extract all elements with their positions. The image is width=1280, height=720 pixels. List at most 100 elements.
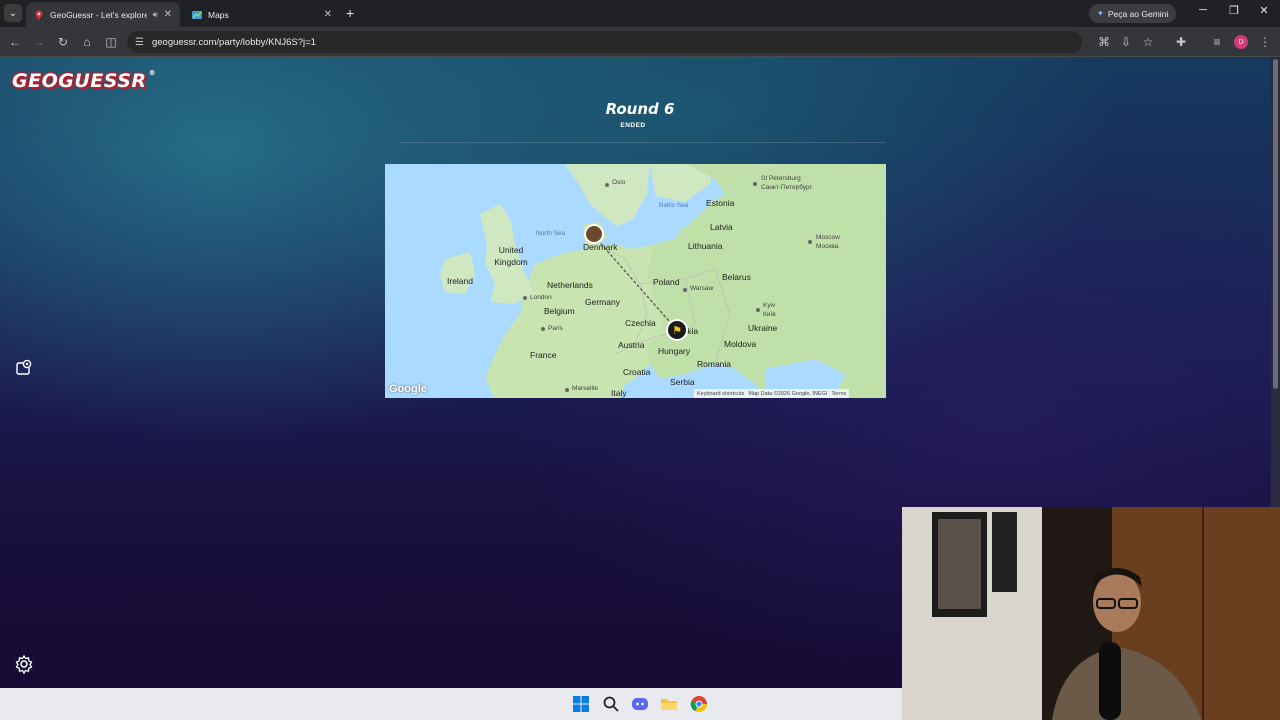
- map-label-netherlands: Netherlands: [547, 280, 593, 290]
- address-bar[interactable]: ☰ geoguessr.com/party/lobby/KNJ6S?j=1: [127, 31, 1082, 53]
- map-label-denmark: Denmark: [583, 242, 618, 252]
- gear-icon[interactable]: [14, 654, 34, 674]
- city-dot: [541, 327, 545, 331]
- map-label-hungary: Hungary: [658, 346, 691, 356]
- install-app-icon[interactable]: ⇩: [1118, 34, 1134, 50]
- map-label-st-petersburg-ru: Санкт-Петербург: [761, 184, 812, 191]
- reload-icon[interactable]: ↻: [55, 34, 71, 50]
- home-icon[interactable]: ⌂: [79, 34, 95, 50]
- chrome-icon[interactable]: [690, 695, 708, 713]
- side-panel-icon[interactable]: ◫: [103, 34, 119, 50]
- round-title: Round 6: [605, 100, 675, 118]
- map-label-st-petersburg: St Petersburg: [761, 175, 801, 182]
- map-label-kyiv: Kyiv: [763, 302, 776, 309]
- city-dot: [523, 296, 527, 300]
- windows-taskbar: [0, 688, 902, 720]
- map-label-serbia: Serbia: [670, 377, 695, 387]
- map-label-poland: Poland: [653, 277, 680, 287]
- map-label-latvia: Latvia: [710, 222, 733, 232]
- gemini-sparkle-icon: ✦: [1096, 8, 1104, 18]
- close-window-icon[interactable]: ✕: [1254, 4, 1274, 17]
- round-status: ENDED: [620, 122, 646, 129]
- map-label-moldova: Moldova: [724, 339, 757, 349]
- speaker-icon[interactable]: 🔊︎: [153, 10, 158, 20]
- map-label-ukraine: Ukraine: [748, 323, 778, 333]
- map-label-czechia: Czechia: [625, 318, 656, 328]
- map-label-moscow-ru: Москва: [816, 243, 839, 250]
- file-explorer-icon[interactable]: [660, 695, 678, 713]
- map-label-north-sea: North Sea: [536, 230, 566, 237]
- map-label-moscow: Moscow: [816, 234, 840, 241]
- discord-icon[interactable]: [631, 695, 649, 713]
- maps-favicon-icon: [192, 10, 202, 19]
- bookmark-star-icon[interactable]: ☆: [1140, 34, 1156, 50]
- registered-mark: ®: [148, 69, 157, 77]
- map-label-kyiv-ua: Київ: [763, 311, 776, 318]
- map-label-italy: Italy: [611, 388, 627, 398]
- restore-icon[interactable]: ❐: [1224, 4, 1244, 17]
- map-label-oslo: Oslo: [612, 179, 626, 186]
- city-dot: [756, 308, 760, 312]
- map-label-paris: Paris: [548, 325, 563, 332]
- geoguessr-favicon-icon: [35, 10, 43, 20]
- scrollbar-thumb[interactable]: [1273, 59, 1278, 389]
- map-label-belgium: Belgium: [544, 306, 575, 316]
- map-attribution: Keyboard shortcuts Map Data ©2026 Google…: [694, 389, 850, 398]
- tab-search-button[interactable]: ⌄: [4, 4, 22, 22]
- tab-geoguessr[interactable]: GeoGuessr - Let's explore th 🔊︎ ✕: [26, 2, 180, 27]
- result-map[interactable]: Oslo St Petersburg Санкт-Петербург Balti…: [385, 164, 886, 398]
- url-text: geoguessr.com/party/lobby/KNJ6S?j=1: [151, 36, 316, 48]
- map-label-baltic-sea: Baltic Sea: [659, 202, 689, 209]
- map-label-belarus: Belarus: [722, 272, 751, 282]
- city-dot: [808, 240, 812, 244]
- terms-link[interactable]: Terms: [831, 391, 846, 397]
- geoguessr-logo[interactable]: GEOGUESSR ®: [12, 69, 157, 92]
- search-icon[interactable]: [602, 695, 620, 713]
- player-guess-marker[interactable]: [584, 224, 604, 244]
- map-label-france: France: [530, 350, 557, 360]
- windows-start-icon[interactable]: [572, 695, 590, 713]
- logo-text: GEOGUESSR: [12, 70, 147, 92]
- map-label-ireland: Ireland: [447, 276, 473, 286]
- correct-location-flag-icon[interactable]: ⚑: [666, 319, 688, 341]
- google-logo: Google: [389, 383, 427, 395]
- webcam-video-feed: [902, 507, 1280, 720]
- map-label-germany: Germany: [585, 297, 620, 307]
- translate-icon[interactable]: ⌘: [1096, 34, 1112, 50]
- map-label-marseille: Marseille: [572, 385, 599, 392]
- city-dot: [565, 388, 569, 392]
- site-info-icon[interactable]: ☰: [135, 37, 144, 48]
- forward-icon[interactable]: →: [31, 34, 47, 50]
- browser-toolbar: ← → ↻ ⌂ ◫ ☰ geoguessr.com/party/lobby/KN…: [0, 27, 1280, 57]
- back-icon[interactable]: ←: [7, 34, 23, 50]
- extensions-icon[interactable]: ✚: [1173, 34, 1189, 50]
- minimize-icon[interactable]: ─: [1193, 4, 1213, 16]
- map-data-text: Map Data ©2026 Google, INEGI: [748, 390, 828, 397]
- tab-title: Maps: [208, 9, 229, 20]
- map-pin-icon[interactable]: [15, 359, 33, 377]
- city-dot: [683, 288, 687, 292]
- profile-avatar[interactable]: D: [1234, 35, 1248, 49]
- webcam-scene: [902, 507, 1280, 720]
- new-tab-icon[interactable]: +: [346, 5, 354, 21]
- gemini-button-label: Peça ao Gemini: [1107, 8, 1169, 19]
- browser-tab-strip: ⌄ GeoGuessr - Let's explore th 🔊︎ ✕ Maps…: [0, 0, 1280, 27]
- ask-gemini-button[interactable]: ✦ Peça ao Gemini: [1089, 4, 1176, 23]
- map-label-united-kingdom: United Kingdom: [494, 245, 528, 267]
- close-tab-icon[interactable]: ✕: [164, 9, 172, 20]
- map-label-lithuania: Lithuania: [688, 241, 723, 251]
- map-label-london: London: [530, 294, 552, 301]
- media-control-icon[interactable]: ≡: [1209, 34, 1225, 50]
- menu-kebab-icon[interactable]: ⋮: [1257, 34, 1273, 50]
- tab-title: GeoGuessr - Let's explore th: [50, 9, 147, 20]
- map-label-romania: Romania: [697, 359, 732, 369]
- tab-maps[interactable]: Maps ✕: [184, 2, 340, 27]
- close-tab-icon[interactable]: ✕: [324, 9, 332, 20]
- map-label-croatia: Croatia: [623, 367, 651, 377]
- map-label-austria: Austria: [618, 340, 645, 350]
- map-label-estonia: Estonia: [706, 198, 735, 208]
- keyboard-shortcuts-link[interactable]: Keyboard shortcuts: [697, 391, 744, 397]
- city-dot: [605, 183, 609, 187]
- map-label-warsaw: Warsaw: [690, 285, 714, 292]
- city-dot: [753, 182, 757, 186]
